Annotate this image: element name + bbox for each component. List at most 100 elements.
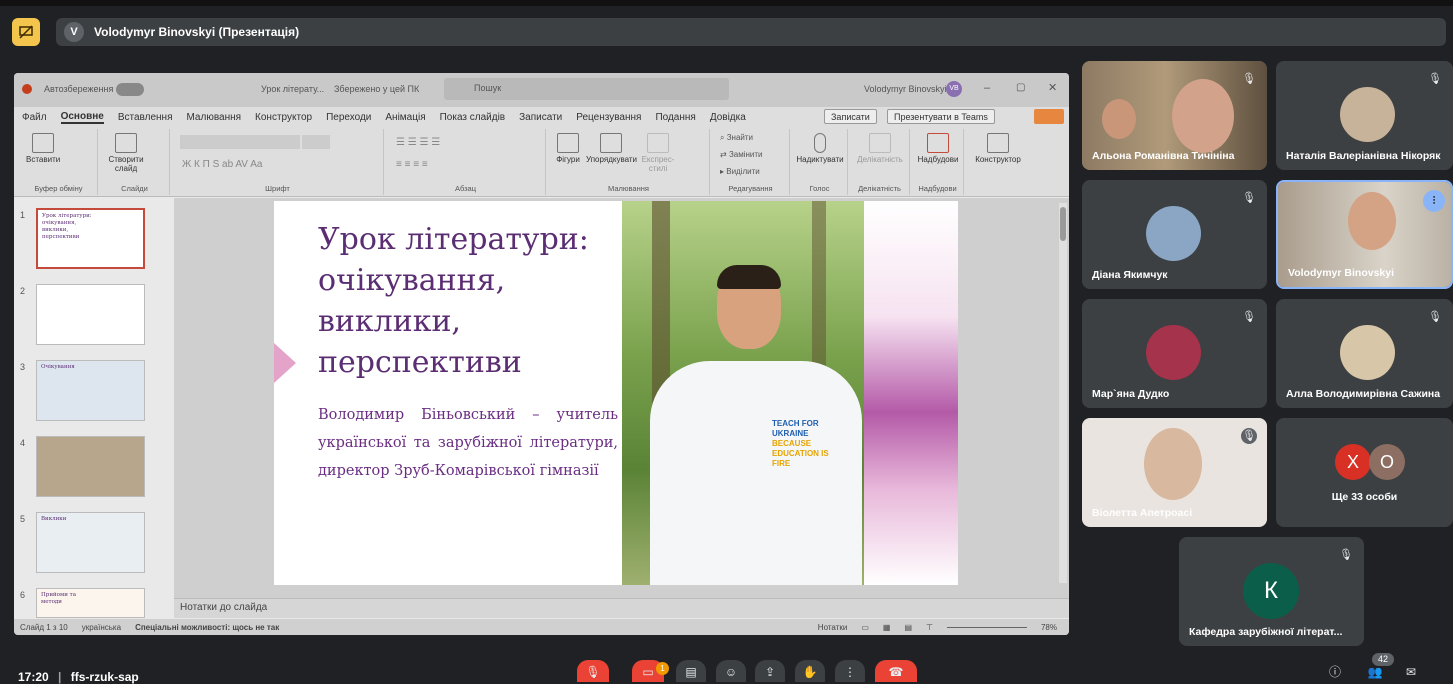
menu-item[interactable]: Подання <box>655 112 695 123</box>
notes-toggle[interactable]: Нотатки <box>818 623 848 632</box>
slides-group-label: Слайди <box>121 184 148 193</box>
ribbon: Вставити Буфер обміну Створити слайд Сла… <box>14 127 1069 197</box>
slide-thumbnail[interactable]: Очікування <box>36 360 145 421</box>
leave-call-button[interactable]: ☎ <box>875 660 917 682</box>
current-slide[interactable]: Урок літератури: очікування, виклики, пе… <box>274 201 958 585</box>
presentation-icon[interactable] <box>12 18 40 46</box>
participant-tile-active-speaker[interactable]: ⫶ Volodymyr Binovskyi <box>1276 180 1453 289</box>
ppt-title-bar: Автозбереження Урок літерату... Збережен… <box>14 73 1069 107</box>
slide-notes-field[interactable]: Нотатки до слайда <box>174 598 1069 618</box>
font-name-input[interactable] <box>180 135 300 149</box>
participant-tile[interactable]: 🎙︎ Наталія Валеріанівна Нікоряк <box>1276 61 1453 170</box>
share-button[interactable] <box>1034 109 1064 124</box>
emoji-button[interactable]: ☺ <box>716 660 746 682</box>
replace-button[interactable]: ⇄ Замінити <box>720 150 763 159</box>
new-slide-button[interactable]: Створити слайд <box>106 133 146 173</box>
slide-thumbnail[interactable]: Виклики <box>36 512 145 573</box>
ppt-user-avatar[interactable]: VB <box>946 81 962 97</box>
scrollbar-thumb[interactable] <box>1060 207 1066 241</box>
slide-thumbnail[interactable] <box>36 436 145 497</box>
thumbnail-number: 4 <box>20 438 26 448</box>
list-buttons[interactable]: ☰ ☰ ☰ ☰ <box>396 137 440 148</box>
font-size-input[interactable] <box>302 135 330 149</box>
accessibility-status[interactable]: Спеціальні можливості: щось не так <box>135 623 279 632</box>
thumbnail-title: Виклики <box>41 516 67 522</box>
participant-tile[interactable]: 🎙︎ Мар`яна Дудко <box>1082 299 1267 408</box>
captions-button[interactable]: ▤ <box>676 660 706 682</box>
chat-icon[interactable]: ✉ <box>1396 660 1426 682</box>
arrange-button[interactable]: Упорядкувати <box>586 133 637 164</box>
thumbnail-number: 6 <box>20 590 26 600</box>
zoom-slider[interactable] <box>946 626 1027 628</box>
more-options-button[interactable]: ⋮ <box>835 660 865 682</box>
select-button[interactable]: ▸ Виділити <box>720 167 760 176</box>
align-buttons[interactable]: ≡ ≡ ≡ ≡ <box>396 159 428 170</box>
participant-tile[interactable]: 🎙︎ Алла Володимирівна Сажина <box>1276 299 1453 408</box>
raise-hand-button[interactable]: ✋ <box>795 660 825 682</box>
paste-button[interactable]: Вставити <box>26 133 60 164</box>
mic-off-icon: 🎙︎ <box>1339 549 1353 561</box>
purple-swoosh-decoration <box>864 201 958 585</box>
record-button[interactable]: Записати <box>824 109 877 124</box>
more-participants-label: Ще 33 особи <box>1331 491 1398 503</box>
menu-item[interactable]: Анімація <box>385 112 425 123</box>
reading-view-icon[interactable]: ▤ <box>904 623 912 632</box>
search-input[interactable]: Пошук <box>444 78 729 100</box>
participant-tile[interactable]: 🎙︎ Діана Якимчук <box>1082 180 1267 289</box>
menu-item[interactable]: Записати <box>519 112 562 123</box>
participant-name: Мар`яна Дудко <box>1092 388 1170 400</box>
present-button[interactable]: ⇪ <box>755 660 785 682</box>
group-drawing: Фігури Упорядкувати Експрес-стилі Малюва… <box>548 129 710 195</box>
addins-button[interactable]: Надбудови <box>914 133 962 164</box>
powerpoint-window: Автозбереження Урок літерату... Збережен… <box>14 73 1069 635</box>
close-icon[interactable]: ✕ <box>1048 81 1057 94</box>
present-in-teams-button[interactable]: Презентувати в Teams <box>887 109 995 124</box>
font-format-buttons[interactable]: Ж К П S ab AV Aa <box>182 159 262 170</box>
group-slides: Створити слайд Слайди <box>100 129 170 195</box>
slide-thumbnail[interactable]: Урок літератури: очікування, виклики, пе… <box>36 208 145 269</box>
autosave-label: Автозбереження <box>44 84 114 94</box>
shirt-line-2: BECAUSE EDUCATION IS FIRE <box>772 439 829 468</box>
more-participants-tile[interactable]: Х О Ще 33 особи <box>1276 418 1453 527</box>
sorter-view-icon[interactable]: ▦ <box>883 623 891 632</box>
minimize-icon[interactable]: – <box>984 82 990 94</box>
participant-face <box>1102 99 1136 139</box>
maximize-icon[interactable]: ▢ <box>1016 82 1025 93</box>
sensitivity-button[interactable]: Делікатність <box>852 133 908 164</box>
menu-item[interactable]: Конструктор <box>255 112 312 123</box>
shapes-label: Фігури <box>556 155 580 164</box>
thumbnail-number: 1 <box>20 210 26 220</box>
menu-item[interactable]: Переходи <box>326 112 371 123</box>
designer-button[interactable]: Конструктор <box>968 133 1028 164</box>
menu-item[interactable]: Вставлення <box>118 112 173 123</box>
menu-item[interactable]: Основне <box>60 111 104 124</box>
shirt-line-1: TEACH FOR UKRAINE <box>772 419 819 438</box>
mic-toggle-button[interactable]: 🎙︎ <box>577 660 609 682</box>
dictate-button[interactable]: Надиктувати <box>794 133 846 164</box>
slide-thumbnail[interactable] <box>36 284 145 345</box>
participant-tile[interactable]: 🎙︎ Альона Романівна Тичініна <box>1082 61 1267 170</box>
slide-thumbnail[interactable]: Прийоми та методи <box>36 588 145 618</box>
participant-tile[interactable]: 🎙︎ Віолетта Апетроасі <box>1082 418 1267 527</box>
shapes-button[interactable]: Фігури <box>552 133 584 164</box>
quick-styles-icon <box>647 133 669 153</box>
autosave-toggle[interactable] <box>116 83 144 96</box>
presenter-banner: V Volodymyr Binovskyi (Презентація) <box>56 18 1446 46</box>
slideshow-icon[interactable]: ⊤ <box>926 623 933 632</box>
menu-item[interactable]: Малювання <box>186 112 241 123</box>
workspace-scrollbar[interactable] <box>1059 203 1067 583</box>
menu-item[interactable]: Рецензування <box>576 112 641 123</box>
language-indicator[interactable]: українська <box>82 623 121 632</box>
find-button[interactable]: ⌕ Знайти <box>720 133 753 143</box>
menu-item[interactable]: Файл <box>22 112 47 123</box>
menu-item[interactable]: Показ слайдів <box>440 112 506 123</box>
mic-off-icon: 🎙︎ <box>1242 73 1256 85</box>
normal-view-icon[interactable]: ▭ <box>861 623 869 632</box>
zoom-level[interactable]: 78% <box>1041 623 1057 632</box>
info-icon[interactable]: ⓘ <box>1320 660 1350 682</box>
menu-item[interactable]: Довідка <box>710 112 746 123</box>
microphone-icon <box>814 133 826 153</box>
quick-styles-button[interactable]: Експрес-стилі <box>638 133 678 173</box>
participant-avatar <box>1340 87 1395 142</box>
participant-tile[interactable]: К 🎙︎ Кафедра зарубіжної літерат... <box>1179 537 1364 646</box>
